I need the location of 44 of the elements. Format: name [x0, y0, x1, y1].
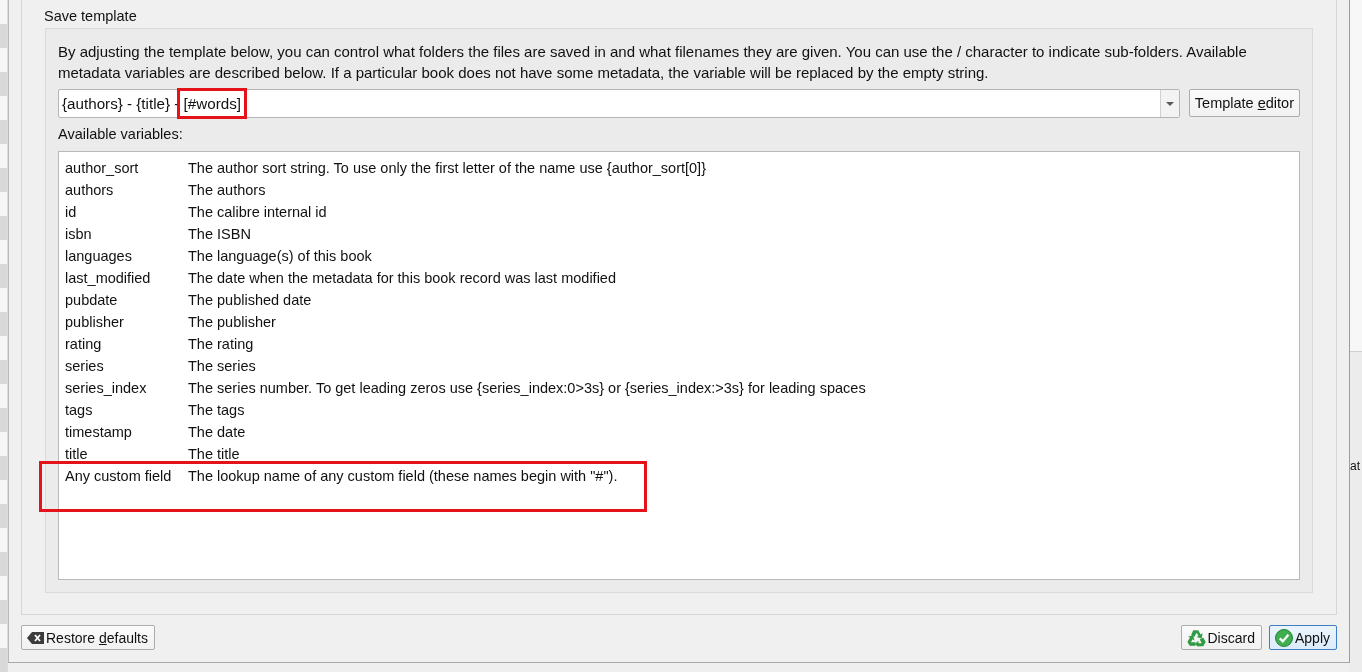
- variable-description: The language(s) of this book: [188, 247, 372, 266]
- variable-description: The ISBN: [188, 225, 251, 244]
- variable-description: The calibre internal id: [188, 203, 327, 222]
- template-field[interactable]: {authors} - {title} - [#words]: [58, 89, 1180, 118]
- caret-icon: [1165, 101, 1174, 106]
- variable-description: The date when the metadata for this book record was last modified: [188, 269, 616, 288]
- variable-name: id: [65, 203, 78, 222]
- restore-defaults-button[interactable]: Restore defaults: [21, 625, 155, 650]
- apply-button[interactable]: Apply: [1268, 625, 1337, 650]
- variable-name: timestamp: [65, 423, 133, 442]
- description-text: By adjusting the template below, you can control what folders the files are saved in and what filenames they are given. You can use the / character to indicate sub-folders. Available metadata variables are described below. If a particular book does not have some metadata, the variable will be replaced by the empty string.: [58, 42, 1248, 83]
- variable-description: The authors: [188, 181, 266, 200]
- variable-name: authors: [65, 181, 115, 200]
- variable-name: languages: [65, 247, 133, 266]
- variable-name: rating: [65, 335, 103, 354]
- variable-name: tags: [65, 401, 94, 420]
- variable-name: series_index: [65, 379, 148, 398]
- recycle-icon: [1186, 628, 1206, 647]
- variable-description: The title: [188, 445, 240, 464]
- variables-label: Available variables:: [58, 125, 184, 144]
- variable-name: pubdate: [65, 291, 119, 310]
- variable-name: publisher: [65, 313, 125, 332]
- variable-description: The published date: [188, 291, 312, 310]
- dropdown-button[interactable]: [1159, 90, 1179, 117]
- variable-name: isbn: [65, 225, 93, 244]
- variable-description: The publisher: [188, 313, 276, 332]
- variable-name: title: [65, 445, 89, 464]
- variable-description: The series number. To get leading zeros use {series_index:0>3s} or {series_index:>3s} for leading spaces: [188, 379, 866, 398]
- background-text: at: [1350, 458, 1361, 474]
- group-title: Save template: [44, 7, 138, 26]
- variable-description: The tags: [188, 401, 245, 420]
- discard-button[interactable]: Discard: [1180, 625, 1262, 650]
- variable-description: The rating: [188, 335, 254, 354]
- variable-description: The series: [188, 357, 256, 376]
- variable-description: The author sort string. To use only the first letter of the name use {author_sort[0]}: [188, 159, 706, 178]
- variable-name: series: [65, 357, 105, 376]
- variable-name: last_modified: [65, 269, 152, 288]
- check-icon: [1274, 628, 1293, 647]
- variable-description: The lookup name of any custom field (these names begin with "#").: [188, 467, 618, 486]
- backspace-icon: [27, 631, 44, 644]
- variable-description: The date: [188, 423, 246, 442]
- template-editor-button[interactable]: Template editor: [1188, 89, 1300, 117]
- variable-name: author_sort: [65, 159, 140, 178]
- variable-name: Any custom field: [65, 467, 173, 486]
